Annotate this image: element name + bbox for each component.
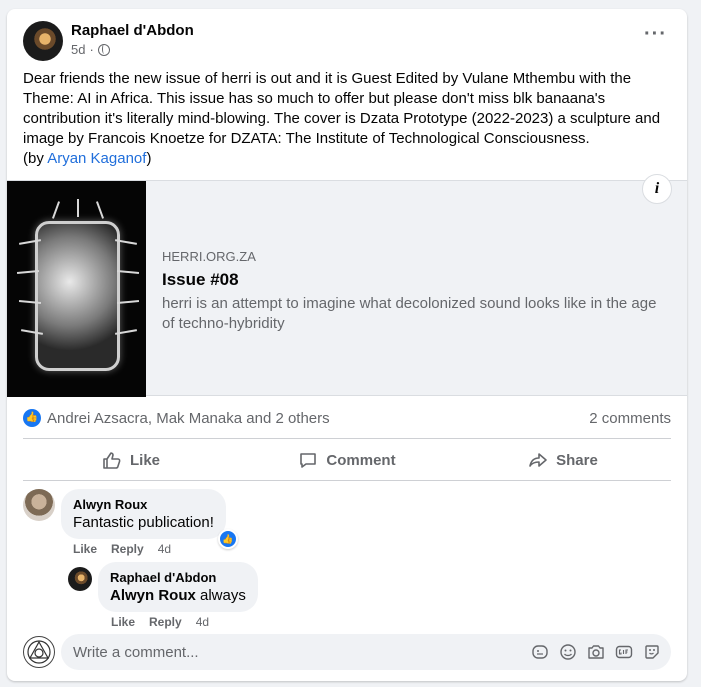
share-button[interactable]: Share [455, 441, 671, 479]
current-user-avatar[interactable] [23, 636, 55, 668]
commenter-avatar[interactable] [23, 489, 55, 521]
byline-prefix: (by [23, 150, 48, 167]
reaction-names[interactable]: Andrei Azsacra, Mak Manaka and 2 others [47, 410, 330, 427]
comment-like-button[interactable]: Like [73, 542, 97, 556]
comment-like-reaction-icon[interactable]: 👍 [217, 529, 238, 549]
post-body: Dear friends the new issue of herri is o… [23, 70, 661, 147]
link-title: Issue #08 [162, 270, 239, 289]
avatar-sticker-icon[interactable] [531, 643, 549, 661]
byline-suffix: ) [146, 150, 152, 167]
link-description: herri is an attempt to imagine what deco… [162, 295, 657, 332]
thumbs-up-icon [103, 452, 121, 469]
reply-actions: Like Reply 4d [111, 615, 209, 629]
comment-button[interactable]: Comment [239, 441, 455, 479]
info-icon[interactable]: i [642, 174, 672, 204]
cover-image[interactable] [7, 181, 146, 397]
post-time[interactable]: 5d [71, 42, 85, 57]
post-card: Raphael d'Abdon 5d · ··· Dear friends th… [7, 9, 687, 681]
post-author-name[interactable]: Raphael d'Abdon [71, 22, 194, 39]
post-meta: 5d · [71, 42, 110, 57]
author-avatar[interactable] [23, 21, 63, 61]
byline-link[interactable]: Aryan Kaganof [47, 150, 146, 167]
reply-author[interactable]: Raphael d'Abdon [110, 570, 246, 585]
user-emblem-icon [27, 640, 51, 664]
link-domain: HERRI.ORG.ZA [162, 249, 256, 264]
emoji-icon[interactable] [559, 643, 577, 661]
comment-reply-button[interactable]: Reply [111, 542, 144, 556]
reply-reply-button[interactable]: Reply [149, 615, 182, 629]
reply-like-button[interactable]: Like [111, 615, 135, 629]
comment-actions: Like Reply 4d [73, 542, 171, 556]
share-label: Share [556, 451, 598, 469]
reactions-bar: 👍 Andrei Azsacra, Mak Manaka and 2 other… [23, 407, 671, 429]
camera-icon[interactable] [587, 643, 605, 661]
cover-sculpture-graphic [35, 221, 120, 371]
reply-bubble: Raphael d'Abdon Alwyn Roux always [98, 562, 258, 612]
comment-input[interactable] [73, 643, 531, 661]
comment-author[interactable]: Alwyn Roux [73, 497, 214, 512]
reply-avatar[interactable] [68, 567, 92, 591]
comment-bubble: Alwyn Roux Fantastic publication! 👍 [61, 489, 238, 549]
like-label: Like [129, 451, 160, 469]
sticker-icon[interactable] [643, 643, 661, 661]
composer-tools [531, 643, 661, 661]
divider [23, 480, 671, 481]
comment-time[interactable]: 4d [158, 542, 171, 556]
reaction-summary[interactable]: 👍 Andrei Azsacra, Mak Manaka and 2 other… [23, 409, 330, 427]
reply-body: always [195, 587, 246, 604]
comment-label: Comment [326, 451, 396, 469]
comments-count[interactable]: 2 comments [589, 410, 671, 427]
more-options-icon[interactable]: ··· [644, 24, 667, 44]
reply-time[interactable]: 4d [196, 615, 209, 629]
link-preview-text[interactable]: HERRI.ORG.ZA Issue #08 herri is an attem… [162, 249, 662, 334]
link-preview[interactable]: HERRI.ORG.ZA Issue #08 herri is an attem… [7, 180, 687, 397]
meta-dot: · [89, 42, 94, 57]
comment-icon [300, 453, 317, 468]
post-text: Dear friends the new issue of herri is o… [23, 69, 673, 169]
reply-item: Raphael d'Abdon Alwyn Roux always [68, 562, 258, 612]
comment-box[interactable] [61, 634, 671, 670]
comment-item: Alwyn Roux Fantastic publication! 👍 [23, 489, 238, 549]
post-actions: Like Comment Share [23, 441, 671, 479]
like-reaction-icon: 👍 [23, 409, 41, 427]
gif-icon[interactable] [615, 643, 633, 661]
like-button[interactable]: Like [23, 441, 239, 479]
comment-text: Fantastic publication! [73, 514, 214, 531]
reply-text: Alwyn Roux always [110, 587, 246, 604]
globe-icon[interactable] [97, 43, 110, 56]
comment-composer [23, 634, 671, 670]
reply-mention[interactable]: Alwyn Roux [110, 587, 196, 604]
divider [23, 438, 671, 439]
share-icon [529, 453, 547, 467]
